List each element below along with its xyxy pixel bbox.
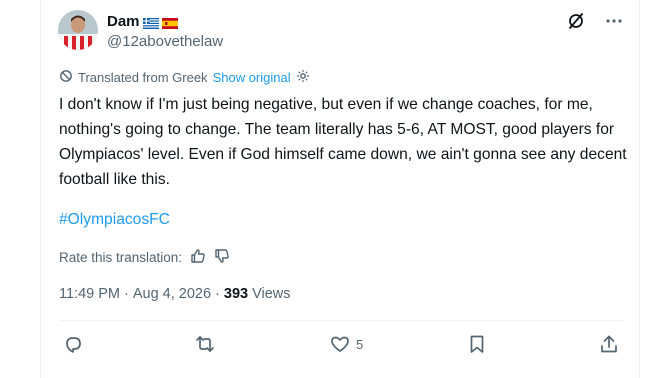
translate-icon [59,69,73,86]
thumbs-up-icon[interactable] [190,248,206,267]
show-original-link[interactable]: Show original [213,70,291,85]
reply-button[interactable] [63,334,89,354]
like-icon [330,334,350,354]
tweet-time[interactable]: 11:49 PM [59,286,120,302]
top-actions [567,12,623,30]
tweet-card: Dam @12abovethelaw Translated from Greek… [40,0,640,378]
repost-button[interactable] [195,334,221,354]
bookmark-icon [467,334,487,354]
tweet-date[interactable]: Aug 4, 2026 [133,286,211,302]
more-icon[interactable] [605,12,623,30]
grok-icon[interactable] [567,12,585,30]
share-button[interactable] [599,334,619,354]
translation-notice: Translated from Greek Show original [59,69,310,86]
author-name-row: Dam [107,11,178,31]
spain-flag-icon [161,16,178,29]
translated-from-label: Translated from Greek [78,70,208,85]
meta-separator: · [215,286,220,302]
divider [59,320,623,321]
tweet-meta: 11:49 PM · Aug 4, 2026 · 393 Views [59,286,291,302]
tweet-text: I don't know if I'm just being negative,… [59,96,627,188]
views-label: Views [252,286,291,302]
share-icon [599,334,619,354]
like-count: 5 [356,336,364,352]
like-button[interactable]: 5 [330,334,363,354]
gear-icon[interactable] [296,69,310,86]
repost-icon [195,334,215,354]
action-bar: 5 [59,334,623,360]
meta-separator: · [124,286,129,302]
rate-translation-label: Rate this translation: [59,250,183,265]
greece-flag-icon [142,16,159,29]
avatar[interactable] [58,10,98,50]
reply-icon [63,334,83,354]
bookmark-button[interactable] [467,334,493,354]
author-display-name[interactable]: Dam [107,13,140,30]
rate-translation-row: Rate this translation: [59,248,230,267]
author-handle[interactable]: @12abovethelaw [107,33,223,50]
views-count: 393 [223,286,249,302]
thumbs-down-icon[interactable] [214,248,230,267]
hashtag-link[interactable]: #OlympiacosFC [59,211,170,229]
